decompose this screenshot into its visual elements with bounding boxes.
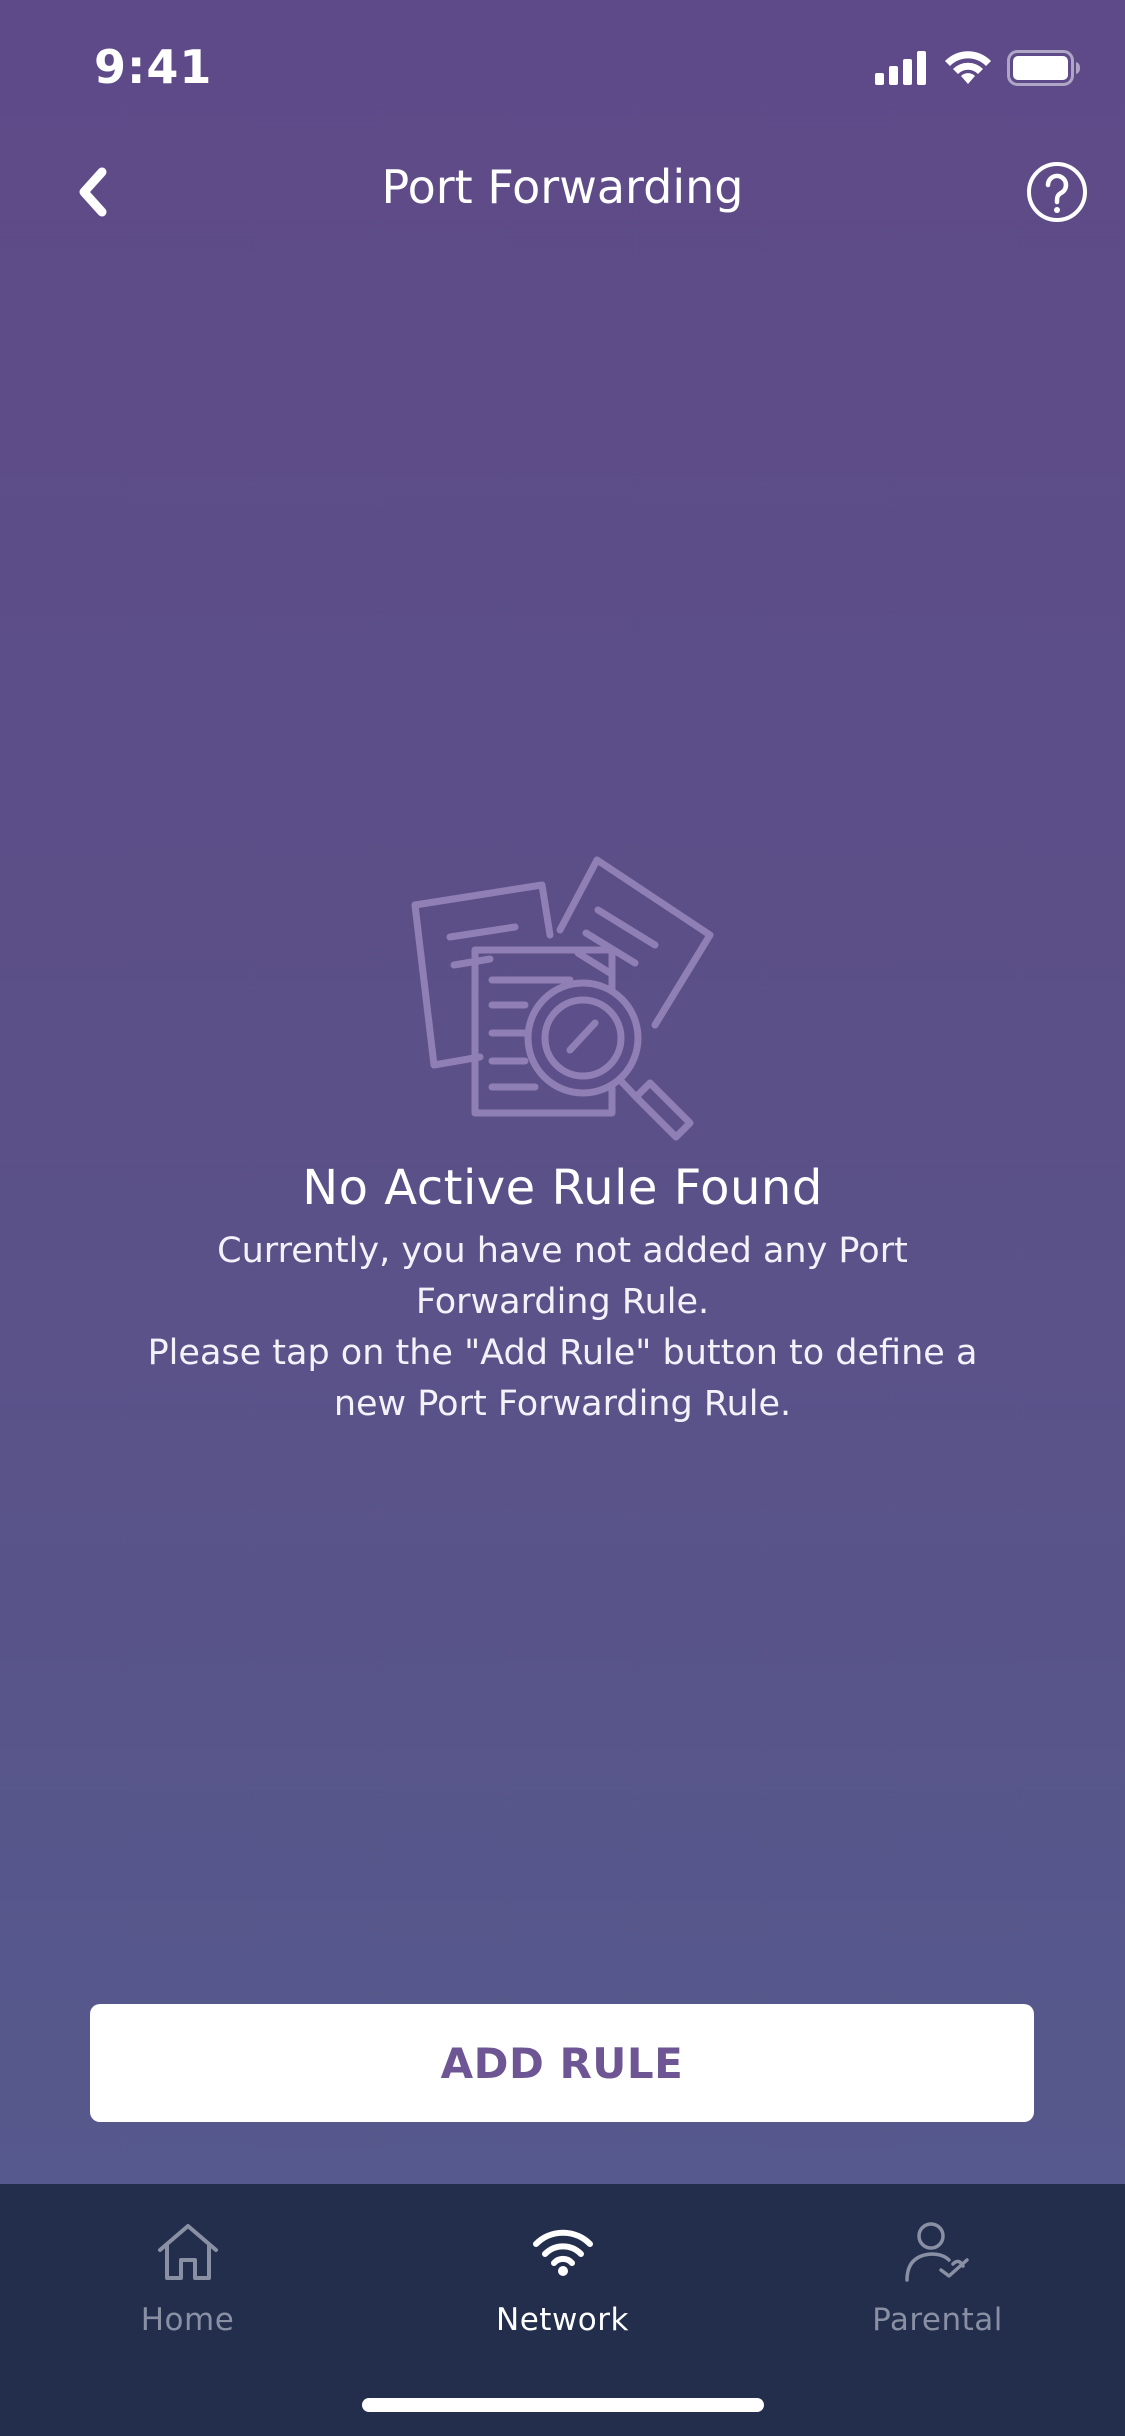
wifi-icon — [945, 51, 991, 89]
tab-network-label: Network — [496, 2302, 629, 2338]
tab-parental-label: Parental — [872, 2302, 1003, 2338]
status-bar: 9:41 — [0, 0, 1125, 130]
tab-home-label: Home — [140, 2302, 235, 2338]
home-indicator[interactable] — [362, 2398, 764, 2412]
nav-bar: Port Forwarding — [0, 150, 1125, 240]
battery-icon — [1007, 50, 1081, 90]
help-circle-icon — [1025, 162, 1089, 228]
empty-state-message: Currently, you have not added any Port F… — [147, 1231, 978, 1424]
documents-search-icon — [410, 855, 720, 1160]
tab-parental[interactable]: Parental — [750, 2184, 1125, 2354]
wifi-icon — [532, 2216, 594, 2288]
signal-icon — [875, 51, 929, 89]
status-time: 9:41 — [94, 40, 213, 94]
home-icon — [156, 2216, 220, 2288]
status-icons — [875, 50, 1081, 90]
empty-state-title: No Active Rule Found — [302, 1160, 823, 1216]
parental-icon — [903, 2216, 973, 2288]
page-title: Port Forwarding — [381, 160, 744, 214]
add-rule-button[interactable]: ADD RULE — [90, 2004, 1034, 2122]
tab-bar: Home Network Parental — [0, 2184, 1125, 2436]
tab-network[interactable]: Network — [375, 2184, 750, 2354]
tab-home[interactable]: Home — [0, 2184, 375, 2354]
help-button[interactable] — [1025, 160, 1095, 230]
